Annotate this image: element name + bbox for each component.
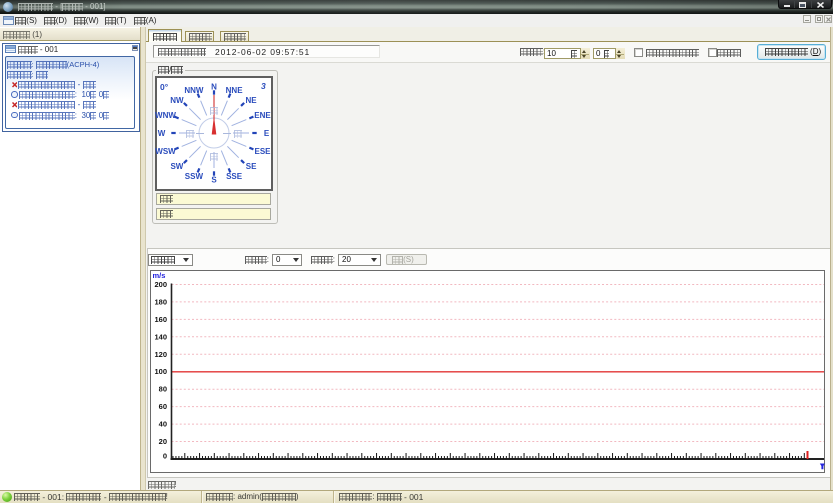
svg-text:WSW: WSW: [155, 147, 176, 156]
svg-text:180: 180: [154, 297, 167, 306]
svg-text:160: 160: [154, 314, 167, 323]
svg-text:N: N: [211, 83, 217, 92]
svg-text:W: W: [157, 129, 165, 138]
svg-text:80: 80: [159, 384, 167, 393]
svg-text:0: 0: [163, 451, 167, 460]
svg-text:40: 40: [159, 419, 167, 428]
svg-text:20: 20: [159, 437, 167, 446]
svg-text:NNE: NNE: [225, 86, 243, 95]
svg-text:m/s: m/s: [153, 271, 166, 280]
svg-text:WNW: WNW: [155, 111, 176, 120]
svg-text:SW: SW: [170, 162, 183, 171]
svg-text:SSE: SSE: [226, 172, 243, 181]
svg-text:S: S: [211, 176, 217, 185]
svg-text:ENE: ENE: [254, 111, 271, 120]
svg-text:ESE: ESE: [254, 147, 271, 156]
svg-text:NNW: NNW: [184, 86, 204, 95]
svg-text:100: 100: [154, 367, 167, 376]
svg-text:200: 200: [154, 280, 167, 289]
svg-text:NE: NE: [245, 96, 257, 105]
svg-text:NW: NW: [170, 96, 184, 105]
svg-text:SSW: SSW: [184, 172, 203, 181]
svg-text:140: 140: [154, 332, 167, 341]
svg-text:60: 60: [159, 402, 167, 411]
svg-text:E: E: [263, 129, 269, 138]
svg-text:120: 120: [154, 349, 167, 358]
svg-text:SE: SE: [245, 162, 256, 171]
